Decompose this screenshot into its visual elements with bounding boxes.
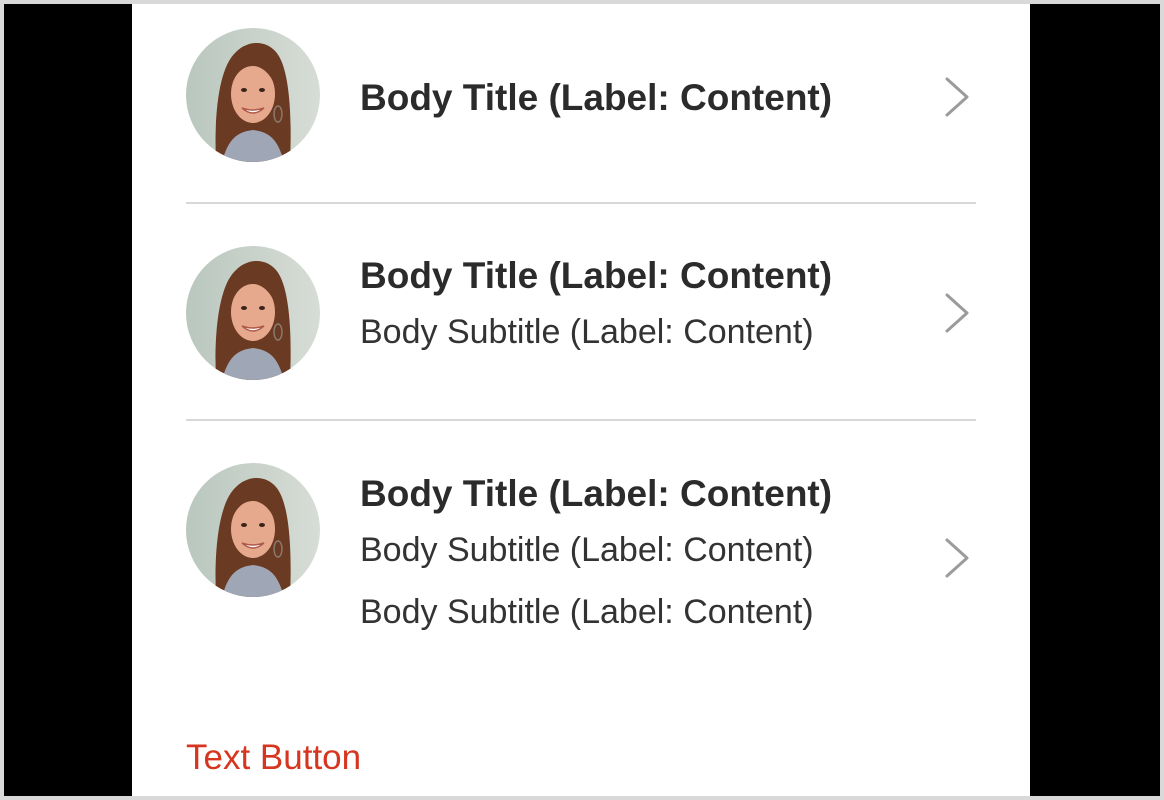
avatar: [186, 463, 320, 597]
person-photo-icon: [186, 246, 320, 380]
list-item-subtitle: Body Subtitle (Label: Content): [360, 531, 814, 569]
app-frame: Body Title (Label: Content) Body Title (…: [4, 4, 1160, 796]
list-item-subtitle: Body Subtitle (Label: Content): [360, 593, 814, 631]
list-item[interactable]: Body Title (Label: Content) Body Subtitl…: [186, 422, 976, 692]
list-item-title: Body Title (Label: Content): [360, 473, 833, 514]
list-item[interactable]: Body Title (Label: Content): [186, 4, 976, 202]
chevron-right-icon[interactable]: [942, 536, 972, 580]
avatar: [186, 28, 320, 162]
list-item-subtitle: Body Subtitle (Label: Content): [360, 313, 814, 351]
person-photo-icon: [186, 463, 320, 597]
list-item-title: Body Title (Label: Content): [360, 77, 833, 118]
content-panel: Body Title (Label: Content) Body Title (…: [132, 4, 1030, 796]
avatar: [186, 246, 320, 380]
chevron-right-icon[interactable]: [942, 75, 972, 119]
person-photo-icon: [186, 28, 320, 162]
chevron-right-icon[interactable]: [942, 291, 972, 335]
list-item-title: Body Title (Label: Content): [360, 255, 833, 296]
list-item-text: Body Title (Label: Content) Body Subtitl…: [360, 472, 920, 632]
divider: [186, 419, 976, 421]
text-button[interactable]: Text Button: [186, 736, 361, 780]
list-item-text: Body Title (Label: Content): [360, 76, 920, 120]
list-item-text: Body Title (Label: Content) Body Subtitl…: [360, 254, 920, 352]
list-item[interactable]: Body Title (Label: Content) Body Subtitl…: [186, 204, 976, 420]
